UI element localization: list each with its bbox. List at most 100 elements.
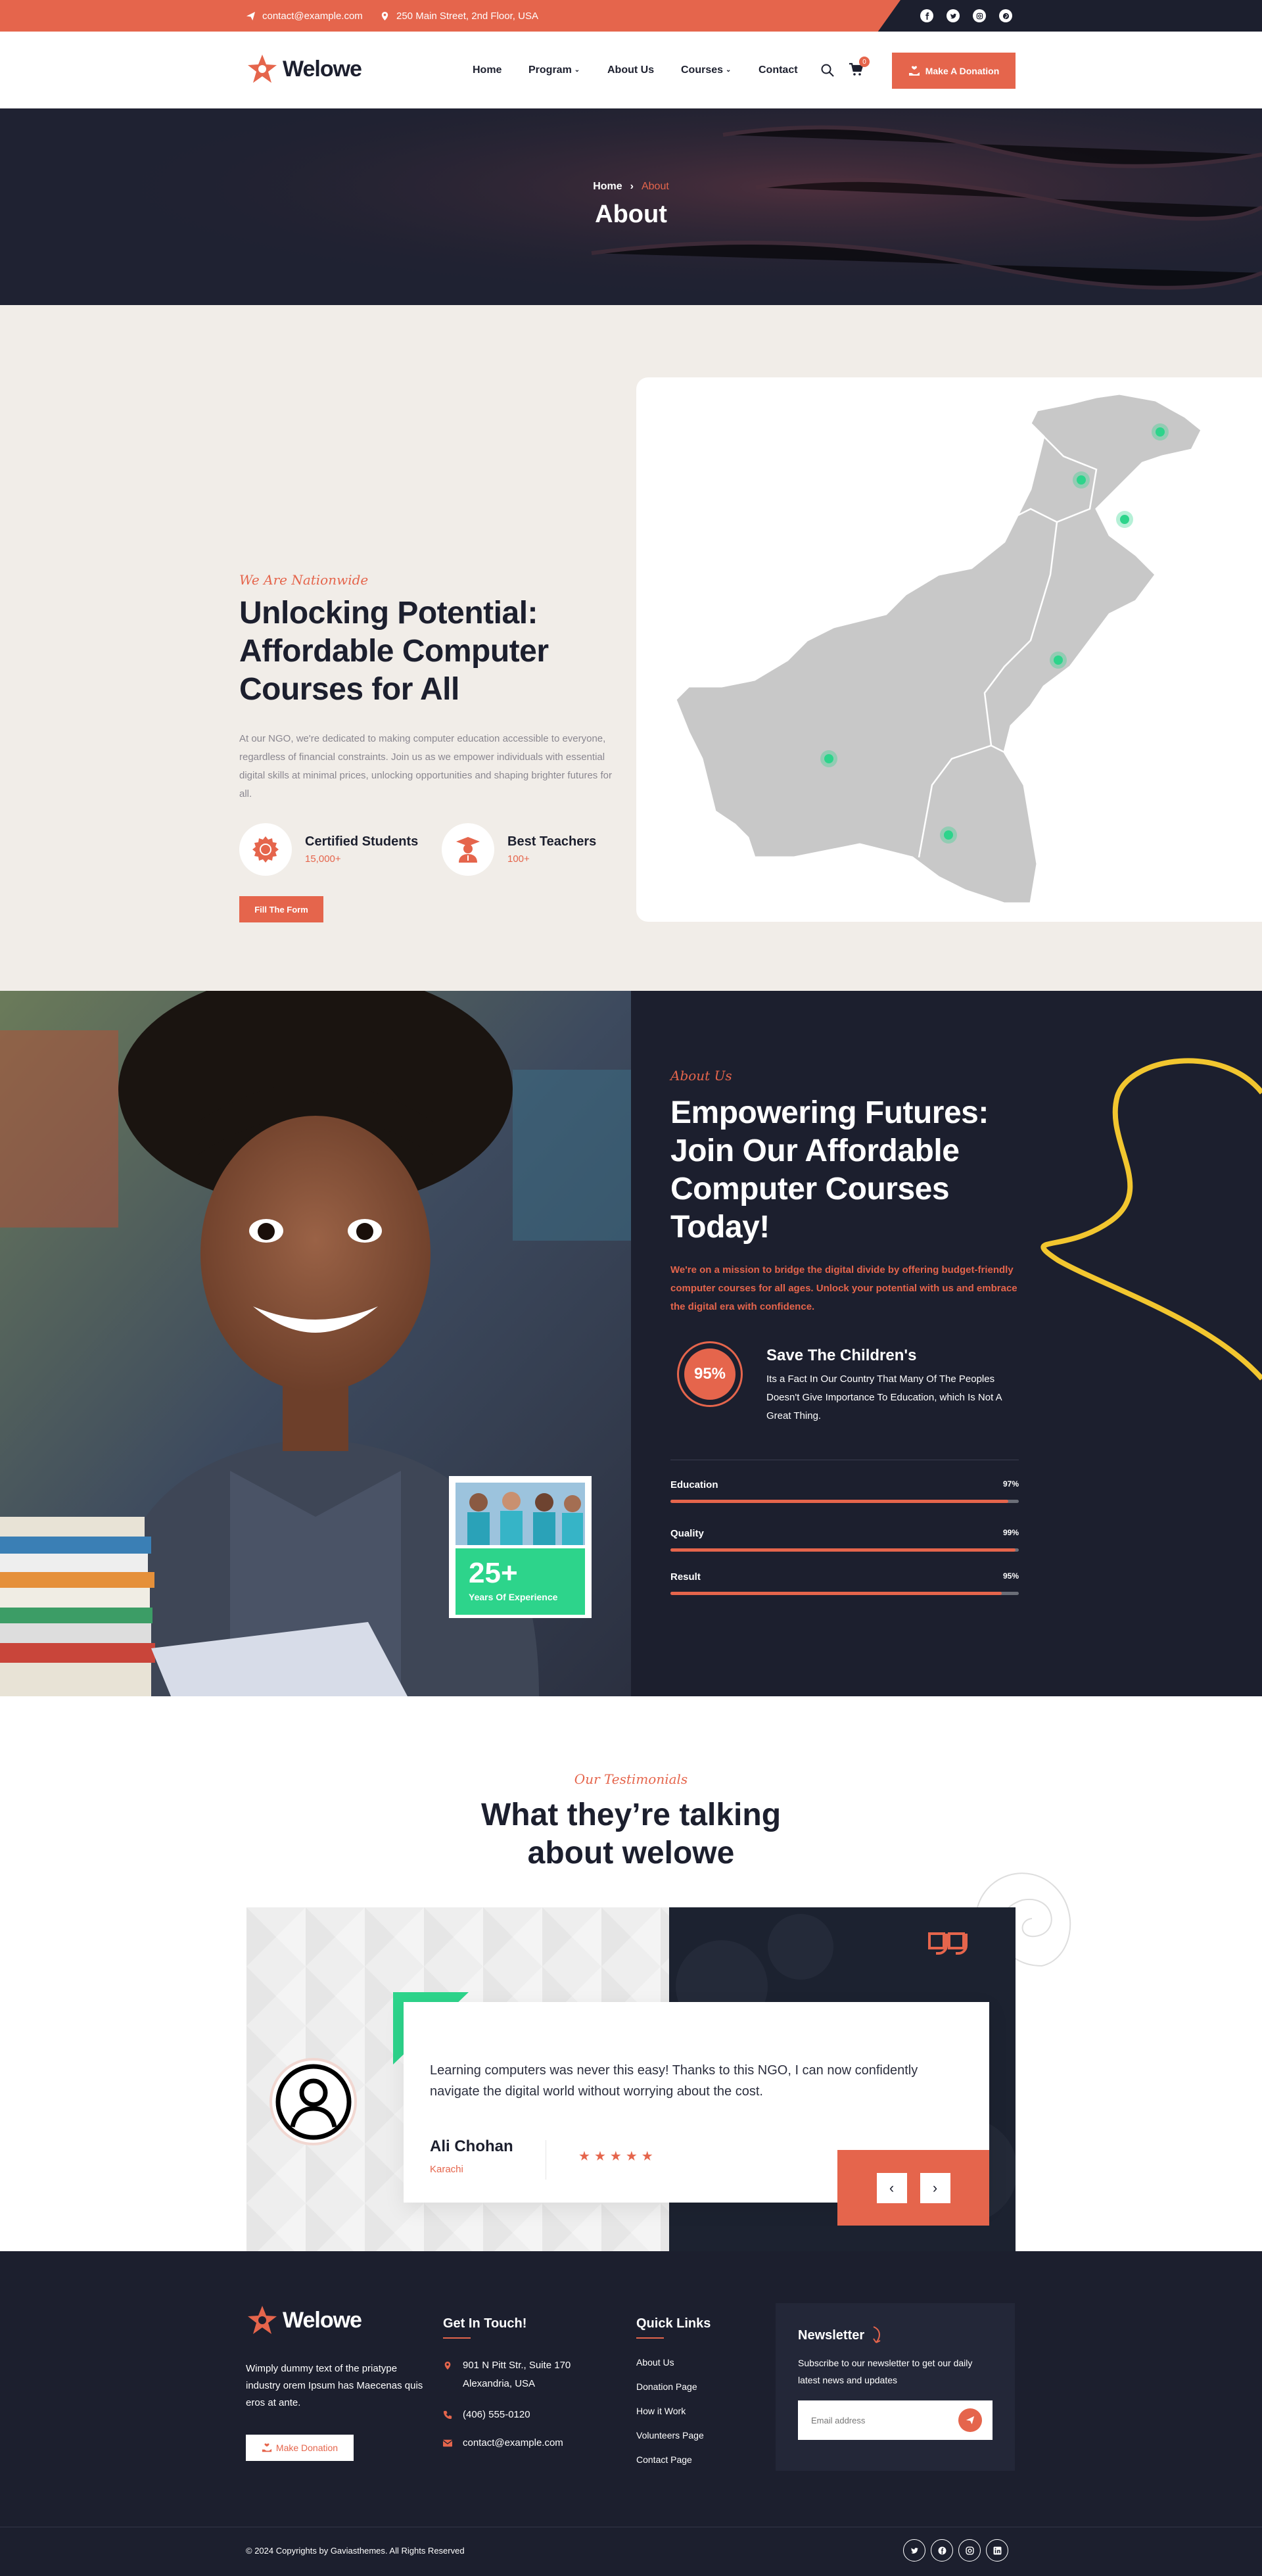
logo[interactable]: Welowe: [246, 53, 362, 85]
make-donation-label: Make A Donation: [925, 65, 1000, 76]
nav-program-label: Program: [528, 64, 572, 76]
topbar-address: 250 Main Street, 2nd Floor, USA: [380, 0, 538, 32]
cart-button[interactable]: 0: [849, 57, 870, 79]
chevron-down-icon: ⌄: [574, 66, 580, 74]
country-map: [674, 393, 1203, 905]
testimonials-heading: What they’re talking about welowe: [401, 1796, 861, 1872]
newsletter-submit-button[interactable]: [958, 2408, 982, 2432]
experience-number: 25+: [469, 1557, 518, 1589]
nav-about-us[interactable]: About Us: [607, 32, 654, 108]
skill-bar-fill: [670, 1592, 1002, 1595]
teacher-icon: [456, 837, 480, 863]
breadcrumb-home[interactable]: Home: [593, 181, 622, 193]
stat-teachers-label: Best Teachers: [507, 834, 597, 849]
circle-title: Save The Children's: [766, 1347, 917, 1364]
about-heading: Empowering Futures: Join Our Affordable …: [670, 1095, 989, 1245]
star-logo-icon: [248, 2306, 277, 2334]
next-arrow-icon[interactable]: ›: [920, 2172, 950, 2203]
footer-email-text: contact@example.com: [463, 2437, 563, 2448]
nav-about-label: About Us: [607, 64, 655, 76]
linkedin-icon[interactable]: [986, 2539, 1008, 2562]
progress-circle: 95%: [677, 1341, 743, 1407]
footer-social: [903, 2539, 1008, 2562]
footer-link-contact[interactable]: Contact Page: [636, 2454, 704, 2465]
stat-teachers-value: 100+: [507, 853, 530, 865]
donation-hand-icon: [908, 66, 920, 76]
testimonials-heading-line1: What they’re talking: [480, 1798, 782, 1832]
nav-courses[interactable]: Courses ⌄: [681, 32, 731, 108]
footer-email[interactable]: contact@example.com: [443, 2437, 563, 2448]
footer-about: Wimply dummy text of the priatype indust…: [246, 2363, 423, 2408]
twitter-icon[interactable]: [903, 2539, 925, 2562]
skill-value: 95%: [1002, 1571, 1019, 1581]
footer-phone-text: (406) 555-0120: [463, 2409, 530, 2420]
topbar-social: [920, 9, 1012, 22]
newsletter-text: Subscribe to our newsletter to get our d…: [798, 2358, 973, 2385]
twitter-icon[interactable]: [947, 9, 960, 22]
experience-card: 25+ Years Of Experience: [449, 1476, 592, 1618]
quick-links-heading: Quick Links: [636, 2316, 711, 2331]
make-donation-button[interactable]: Make A Donation: [892, 53, 1016, 89]
send-icon: [246, 11, 256, 20]
intro-tagline: We Are Nationwide: [239, 572, 369, 588]
team-photo: [456, 1483, 585, 1545]
instagram-icon[interactable]: [958, 2539, 981, 2562]
nav-contact-label: Contact: [759, 64, 798, 76]
footer-link-donation[interactable]: Donation Page: [636, 2381, 704, 2392]
chevron-right-icon: ›: [630, 181, 634, 192]
fill-form-button[interactable]: Fill The Form: [239, 896, 323, 922]
topbar-email[interactable]: contact@example.com: [246, 0, 363, 32]
footer-link-about[interactable]: About Us: [636, 2357, 704, 2368]
footer-phone[interactable]: (406) 555-0120: [443, 2409, 530, 2420]
footer-link-how-it-works[interactable]: How it Work: [636, 2406, 704, 2416]
newsletter-box: Newsletter Subscribe to our newsletter t…: [776, 2303, 1015, 2471]
nav-home-label: Home: [473, 64, 502, 76]
chevron-down-icon: ⌄: [726, 66, 732, 74]
skill-bars: Education 97% Quality 99% Result 95%: [670, 1479, 1019, 1595]
newsletter-form: [798, 2400, 993, 2440]
copyright: © 2024 Copyrights by Gaviasthemes. All R…: [246, 2546, 465, 2556]
footer-logo-text: Welowe: [283, 2307, 362, 2333]
testimonial-name: Ali Chohan: [430, 2137, 513, 2155]
circle-text: Its a Fact In Our Country That Many Of T…: [766, 1373, 1002, 1421]
instagram-icon[interactable]: [973, 9, 986, 22]
location-pin-icon: [381, 11, 388, 20]
stat-certified-value: 15,000+: [305, 853, 341, 865]
skill-bar-fill: [670, 1548, 1016, 1552]
nav-home[interactable]: Home: [473, 32, 502, 108]
stat-teachers: Best Teachers 100+: [442, 823, 596, 876]
newsletter-email-input[interactable]: [811, 2415, 943, 2425]
breadcrumb: Home › About: [593, 181, 669, 193]
facebook-icon[interactable]: [931, 2539, 953, 2562]
prev-arrow-icon[interactable]: ‹: [876, 2172, 907, 2203]
footer-link-volunteers[interactable]: Volunteers Page: [636, 2430, 704, 2441]
nav-program[interactable]: Program ⌄: [528, 32, 580, 108]
star-icon: ★: [625, 2149, 638, 2164]
skill-label: Education: [670, 1479, 718, 1491]
location-pin-icon: [444, 2361, 451, 2370]
nav-contact[interactable]: Contact: [759, 32, 798, 108]
map-card: [636, 377, 1262, 922]
progress-circle-value: 95%: [684, 1348, 736, 1400]
mail-icon: [443, 2439, 452, 2446]
stat-certified-label: Certified Students: [305, 834, 419, 849]
send-icon: [966, 2416, 975, 2425]
search-icon[interactable]: [820, 63, 835, 78]
footer-donate-button[interactable]: Make Donation: [246, 2435, 354, 2461]
contact-heading: Get In Touch!: [443, 2316, 527, 2331]
skill-label: Result: [670, 1571, 701, 1583]
heading-underline: [636, 2337, 664, 2339]
testimonials-heading-line2: about welowe: [527, 1836, 735, 1871]
footer-donate-label: Make Donation: [275, 2443, 339, 2453]
donation-hand-icon: [262, 2443, 272, 2452]
facebook-icon[interactable]: [920, 9, 933, 22]
about-tagline: About Us: [670, 1068, 732, 1084]
footer-logo[interactable]: Welowe: [246, 2304, 362, 2337]
intro-heading: Unlocking Potential: Affordable Computer…: [239, 596, 549, 707]
intro-body: At our NGO, we're dedicated to making co…: [239, 733, 612, 799]
quick-links: About Us Donation Page How it Work Volun…: [636, 2357, 704, 2465]
pinterest-icon[interactable]: [999, 9, 1012, 22]
about-lead: We're on a mission to bridge the digital…: [670, 1264, 1017, 1312]
nav-courses-label: Courses: [681, 64, 724, 76]
skill-bar-result: Result 95%: [670, 1571, 1019, 1595]
